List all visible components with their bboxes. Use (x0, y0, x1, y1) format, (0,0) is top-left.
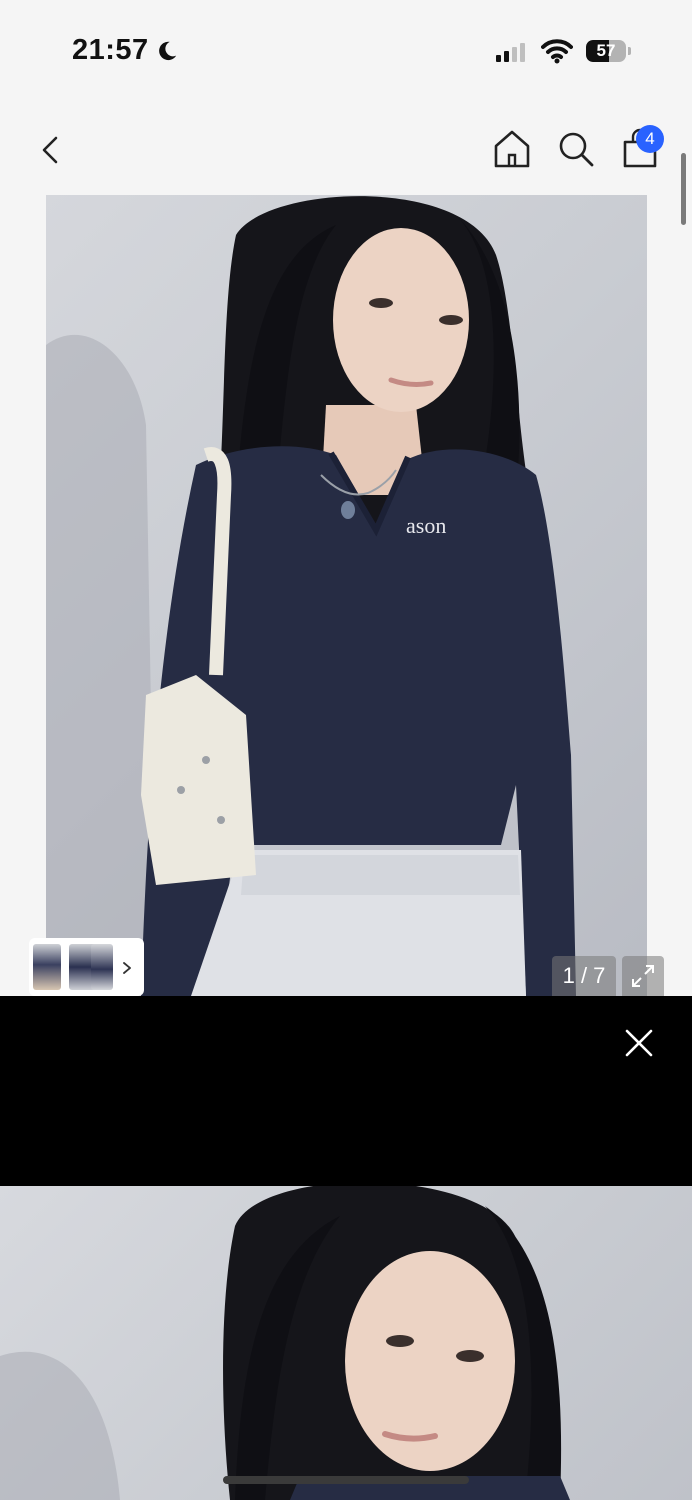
product-image[interactable]: ason (46, 195, 647, 996)
home-indicator[interactable] (223, 1476, 469, 1484)
shirt-logo: ason (406, 513, 446, 538)
back-button[interactable] (34, 130, 70, 170)
image-counter: 1 / 7 (552, 956, 616, 996)
thumbnail-3[interactable] (91, 944, 113, 990)
search-icon[interactable] (556, 130, 596, 170)
video-overlay[interactable] (0, 996, 692, 1186)
scroll-indicator[interactable] (681, 153, 686, 225)
product-photo-2 (0, 1186, 570, 1500)
battery-percent: 57 (596, 41, 616, 60)
wifi-icon (541, 39, 573, 64)
top-nav (0, 120, 692, 180)
cart-count-badge: 4 (636, 125, 664, 153)
moon-icon (159, 41, 177, 61)
battery-tip (628, 47, 631, 55)
signal-icon (496, 42, 525, 62)
status-time: 21:57 (72, 34, 149, 66)
battery-icon: 57 (586, 40, 626, 62)
status-bar: 21:57 57 (0, 0, 692, 100)
product-image-2[interactable] (0, 1186, 692, 1500)
product-photo: ason (46, 196, 576, 996)
expand-icon[interactable] (622, 956, 664, 996)
chevron-right-icon[interactable] (120, 961, 134, 975)
home-icon[interactable] (492, 128, 532, 170)
thumbnail-1[interactable] (33, 944, 61, 990)
close-icon[interactable] (620, 1024, 658, 1062)
